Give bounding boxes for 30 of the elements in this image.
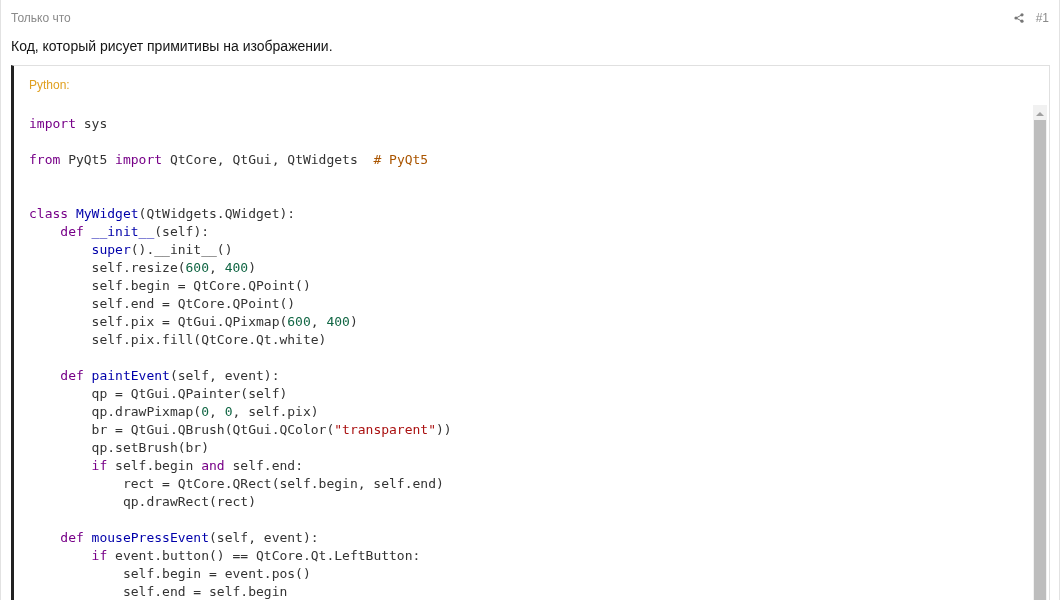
- code-line: qp = QtGui.QPainter(self): [90, 385, 289, 403]
- code-line: super().__init__(): [90, 241, 234, 259]
- code-line: self.pix.fill(QtCore.Qt.white): [90, 331, 328, 349]
- code-line: class MyWidget(QtWidgets.QWidget):: [29, 205, 297, 223]
- code-line: qp.drawRect(rect): [121, 493, 257, 511]
- code-line: br = QtGui.QBrush(QtGui.QColor("transparent")): [90, 421, 453, 439]
- code-line: self.end = QtCore.QPoint(): [90, 295, 297, 313]
- language-label: Python:: [29, 77, 71, 92]
- code-line: from PyQt5 import QtCore, QtGui, QtWidgets # PyQt5: [29, 151, 430, 169]
- code-line: self.pix = QtGui.QPixmap(600, 400): [90, 313, 359, 331]
- code-line: qp.setBrush(br): [90, 439, 210, 457]
- post-number-link[interactable]: #1: [1035, 11, 1049, 25]
- code-line: rect = QtCore.QRect(self.begin, self.end): [121, 475, 445, 493]
- code-line: self.resize(600, 400): [90, 259, 257, 277]
- code-line: def paintEvent(self, event):: [59, 367, 281, 385]
- code-line: self.begin = QtCore.QPoint(): [90, 277, 312, 295]
- scrollbar[interactable]: [1033, 105, 1047, 600]
- scrollbar-thumb[interactable]: [1034, 120, 1046, 600]
- code-line: self.begin = event.pos(): [121, 565, 312, 583]
- share-icon[interactable]: [1013, 13, 1024, 23]
- code-line: qp.drawPixmap(0, 0, self.pix): [90, 403, 320, 421]
- code-line: import sys: [29, 115, 109, 133]
- code-line: def mousePressEvent(self, event):: [59, 529, 320, 547]
- code-line: if event.button() == QtCore.Qt.LeftButton:: [90, 547, 422, 565]
- code-line: if self.begin and self.end:: [90, 457, 304, 475]
- post-time: Только что: [11, 11, 72, 25]
- code-line: self.end = self.begin: [121, 583, 289, 600]
- scroll-up-arrow-icon[interactable]: [1036, 111, 1044, 117]
- code-line: def __init__(self):: [59, 223, 211, 241]
- post-text: Код, который рисует примитивы на изображении.: [10, 37, 334, 54]
